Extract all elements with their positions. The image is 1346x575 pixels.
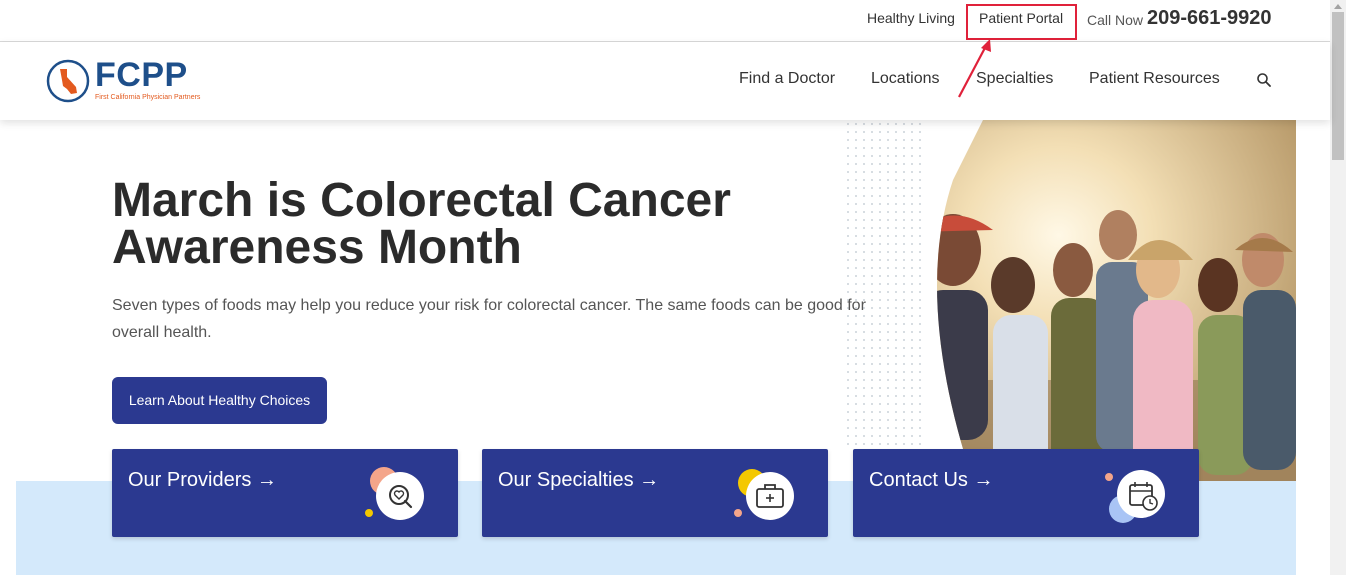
calendar-clock-icon [1105, 470, 1165, 523]
call-now-label: Call Now [1087, 12, 1144, 28]
scroll-thumb[interactable] [1332, 12, 1344, 160]
card-title: Our Specialties → [498, 469, 660, 491]
california-logo-icon [46, 59, 90, 103]
fcpp-logo[interactable]: FCPP First California Physician Partners [45, 56, 215, 106]
logo-tagline: First California Physician Partners [95, 94, 201, 101]
healthy-living-link[interactable]: Healthy Living [867, 10, 955, 26]
our-providers-card[interactable]: Our Providers → [112, 449, 458, 537]
search-icon[interactable] [1256, 72, 1272, 88]
learn-healthy-choices-button[interactable]: Learn About Healthy Choices [112, 377, 327, 424]
card-title: Contact Us → [869, 469, 994, 491]
our-specialties-card[interactable]: Our Specialties → [482, 449, 828, 537]
hero-title: March is Colorectal Cancer Awareness Mon… [112, 174, 731, 274]
hero-section: March is Colorectal Cancer Awareness Mon… [16, 120, 1296, 575]
utility-bar: Healthy Living Patient Portal Call Now 2… [0, 0, 1330, 42]
annotation-arrow-icon [958, 39, 991, 98]
heart-search-icon [365, 467, 424, 520]
nav-patient-resources[interactable]: Patient Resources [1089, 70, 1220, 88]
nav-find-a-doctor[interactable]: Find a Doctor [739, 70, 835, 88]
vertical-scrollbar[interactable] [1330, 0, 1346, 575]
contact-us-card[interactable]: Contact Us → [853, 449, 1199, 537]
nav-locations[interactable]: Locations [871, 70, 940, 88]
page: Healthy Living Patient Portal Call Now 2… [0, 0, 1346, 575]
dot-pattern [844, 120, 924, 450]
medical-kit-icon [734, 469, 794, 520]
hero-description: Seven types of foods may help you reduce… [112, 297, 866, 341]
logo-wordmark: FCPP [95, 56, 188, 94]
patient-portal-link[interactable]: Patient Portal [979, 10, 1063, 26]
scroll-up-icon[interactable] [1334, 4, 1342, 9]
card-title: Our Providers → [128, 469, 277, 491]
main-header: FCPP First California Physician Partners… [0, 42, 1330, 120]
phone-number-link[interactable]: 209-661-9920 [1147, 7, 1272, 30]
hero-photo [913, 120, 1296, 481]
